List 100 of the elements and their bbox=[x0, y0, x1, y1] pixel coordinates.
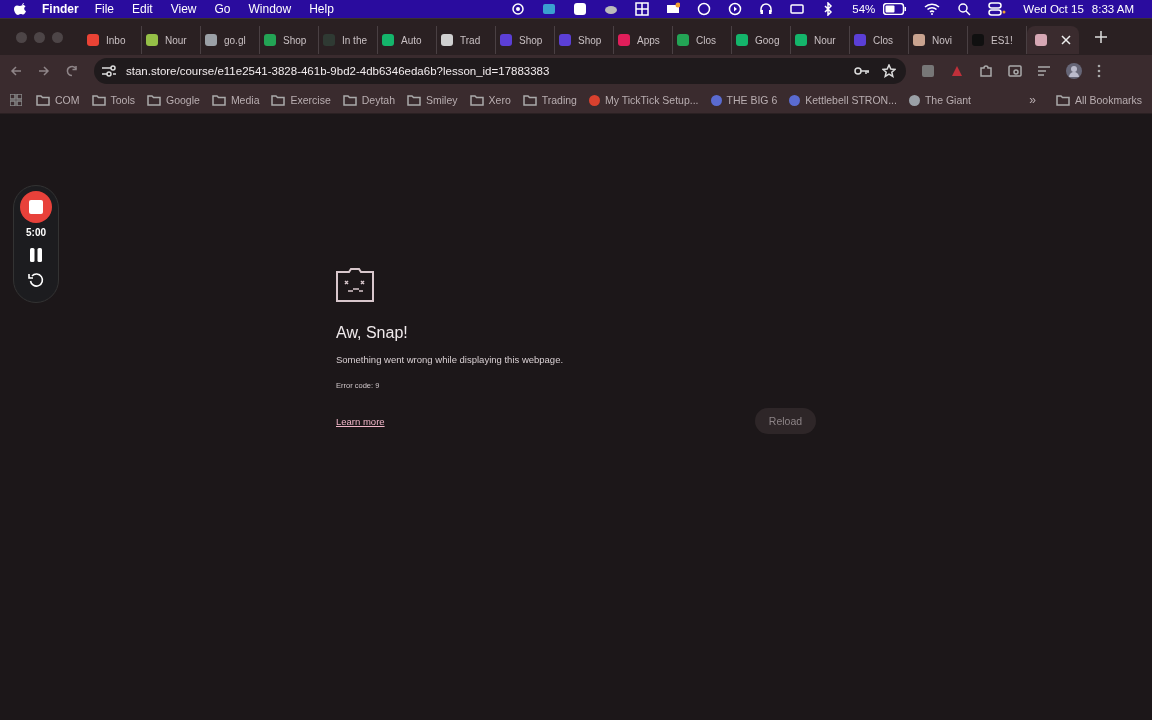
app-menu[interactable]: Finder bbox=[42, 2, 79, 16]
bookmark[interactable]: Xero bbox=[469, 94, 511, 106]
back-icon[interactable] bbox=[10, 65, 22, 77]
avatar-icon[interactable] bbox=[1066, 63, 1082, 79]
tab-title: Shop bbox=[578, 34, 602, 46]
timer-label: 5:00 bbox=[26, 227, 46, 238]
bookmark[interactable]: Media bbox=[211, 94, 260, 106]
menu-icon[interactable] bbox=[1097, 64, 1101, 78]
menu-item[interactable]: Go bbox=[214, 2, 231, 16]
browser-tab[interactable]: Apps bbox=[614, 26, 673, 54]
tab-title: Clos bbox=[696, 34, 716, 46]
overflow-button[interactable]: » bbox=[1029, 93, 1036, 107]
menu-item[interactable]: Window bbox=[248, 2, 292, 16]
error-title: Aw, Snap! bbox=[336, 324, 409, 342]
control-center-icon[interactable] bbox=[988, 2, 1007, 16]
folder-icon bbox=[342, 94, 357, 106]
browser-tab[interactable]: Nour bbox=[142, 26, 201, 54]
pause-icon[interactable] bbox=[30, 248, 42, 262]
new-tab-icon[interactable] bbox=[1095, 31, 1107, 43]
browser-tab[interactable]: Shop bbox=[260, 26, 319, 54]
tab-title: Novi bbox=[932, 34, 952, 46]
reload-icon[interactable] bbox=[66, 65, 78, 77]
browser-tab[interactable]: Shop bbox=[555, 26, 614, 54]
list-icon[interactable] bbox=[1037, 64, 1051, 78]
bookmark[interactable]: Kettlebell STRON... bbox=[789, 94, 897, 106]
menu-item[interactable]: Help bbox=[309, 2, 334, 16]
browser-tab[interactable]: Nour bbox=[791, 26, 850, 54]
bookmark[interactable]: Trading bbox=[522, 94, 577, 106]
folder-icon bbox=[271, 94, 286, 106]
bookmark[interactable]: Exercise bbox=[271, 94, 331, 106]
play-icon[interactable] bbox=[728, 2, 743, 16]
tab-title: Nour bbox=[814, 34, 836, 46]
browser-tab[interactable]: Trad bbox=[437, 26, 496, 54]
tab-title: Shop bbox=[519, 34, 543, 46]
bookmark[interactable]: COM bbox=[36, 94, 80, 106]
bookmark[interactable]: THE BIG 6 bbox=[710, 94, 778, 106]
menu-item[interactable]: Edit bbox=[132, 2, 153, 16]
browser-tab[interactable]: Clos bbox=[850, 26, 909, 54]
folder-icon bbox=[36, 94, 50, 106]
bookmark[interactable]: Google bbox=[147, 94, 200, 106]
browser-tab[interactable]: Inbo bbox=[83, 26, 142, 54]
key-icon[interactable] bbox=[854, 66, 870, 76]
tab-title: Trad bbox=[460, 34, 481, 46]
puzzle-icon[interactable] bbox=[979, 64, 993, 78]
window-icon[interactable] bbox=[790, 2, 805, 16]
bookmark[interactable]: The Giant bbox=[908, 94, 971, 106]
apps-grid-icon[interactable] bbox=[10, 94, 22, 106]
bookmark[interactable]: Tools bbox=[91, 94, 135, 106]
reload-button[interactable]: Reload bbox=[755, 408, 816, 434]
learn-more-link[interactable]: Learn more bbox=[336, 415, 385, 427]
address-bar[interactable]: stan.store/course/e11e2541-3828-461b-9bd2-4db6346eda6b?lesson_id=17883383 bbox=[94, 58, 906, 84]
tab-title: Auto bbox=[401, 34, 422, 46]
browser-tab[interactable]: go.gl bbox=[201, 26, 260, 54]
folder-icon bbox=[211, 94, 226, 106]
tab-title: Nour bbox=[165, 34, 187, 46]
browser-tab[interactable]: In the bbox=[319, 26, 378, 54]
date-label: Wed Oct 15 bbox=[1023, 3, 1084, 15]
bookmark[interactable]: Deytah bbox=[342, 94, 396, 106]
folder-icon bbox=[91, 94, 106, 106]
browser-tab[interactable]: Shop bbox=[496, 26, 555, 54]
folder-icon bbox=[147, 94, 161, 106]
stop-button[interactable] bbox=[20, 191, 52, 223]
browser-tab[interactable]: Clos bbox=[673, 26, 732, 54]
browser-tab[interactable]: Auto bbox=[378, 26, 437, 54]
menu-item[interactable]: File bbox=[94, 2, 114, 16]
tab-title: Apps bbox=[637, 34, 660, 46]
folder-icon bbox=[407, 94, 422, 106]
search-icon[interactable] bbox=[957, 2, 972, 16]
sad-folder-icon bbox=[336, 268, 374, 302]
folder-icon bbox=[469, 94, 484, 106]
extension-icon[interactable] bbox=[921, 64, 935, 78]
monitor-icon[interactable] bbox=[666, 2, 681, 16]
app-icon[interactable] bbox=[573, 2, 588, 16]
time-label: 8:33 AM bbox=[1091, 3, 1134, 15]
star-icon[interactable] bbox=[882, 64, 896, 78]
circle-icon[interactable] bbox=[697, 2, 712, 16]
tab-title: Inbo bbox=[106, 34, 126, 46]
bookmark[interactable]: Smiley bbox=[407, 94, 458, 106]
browser-tab[interactable] bbox=[1027, 26, 1079, 54]
headphones-icon[interactable] bbox=[759, 2, 774, 16]
forward-icon[interactable] bbox=[38, 65, 50, 77]
side-panel-icon[interactable] bbox=[1008, 64, 1022, 78]
tab-title: In the bbox=[342, 34, 368, 46]
all-bookmarks-button[interactable]: All Bookmarks bbox=[1055, 94, 1142, 106]
folder-icon bbox=[522, 94, 537, 106]
wifi-icon[interactable] bbox=[924, 3, 941, 15]
tab-title: Shop bbox=[283, 34, 307, 46]
site-settings-icon[interactable] bbox=[102, 65, 116, 77]
grid-icon[interactable] bbox=[635, 2, 650, 16]
battery-icon[interactable] bbox=[883, 3, 908, 15]
bookmark[interactable]: My TickTick Setup... bbox=[588, 94, 699, 106]
folder-icon bbox=[1055, 94, 1070, 106]
battery-percent: 54% bbox=[852, 3, 876, 15]
restart-icon[interactable] bbox=[28, 272, 44, 288]
browser-tab[interactable]: Goog bbox=[732, 26, 791, 54]
close-icon[interactable] bbox=[1061, 35, 1071, 45]
menu-item[interactable]: View bbox=[170, 2, 197, 16]
apple-icon[interactable] bbox=[14, 2, 26, 16]
tab-title: ES1! bbox=[991, 34, 1013, 46]
browser-tab[interactable]: Novi bbox=[909, 26, 968, 54]
